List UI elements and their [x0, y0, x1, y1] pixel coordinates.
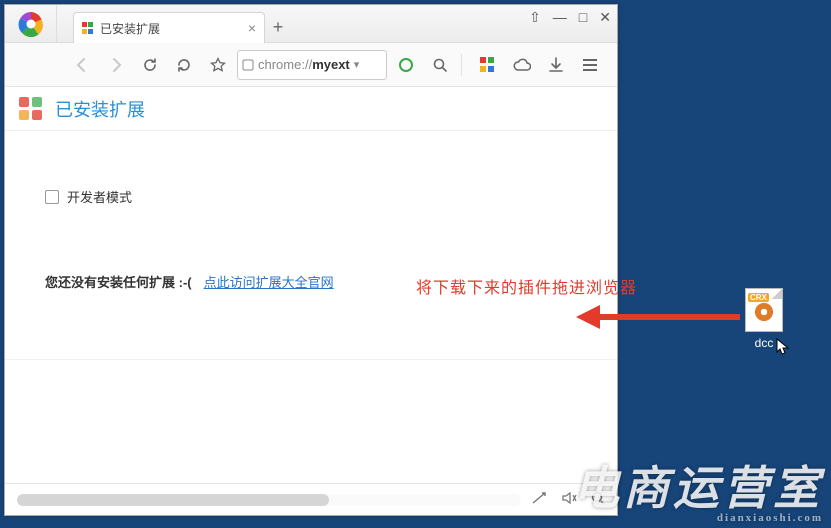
crx-badge: CRX	[748, 293, 769, 302]
maximize-icon[interactable]: □	[579, 9, 587, 26]
extensions-store-link[interactable]: 点此访问扩展大全官网	[204, 272, 334, 291]
scrollbar-thumb[interactable]	[17, 494, 329, 506]
watermark: 电商运营室 dianxiaoshi.com	[573, 452, 823, 524]
undo-button[interactable]	[169, 50, 199, 80]
desktop-file[interactable]: CRX dcc	[740, 288, 788, 350]
statusbar	[5, 483, 617, 515]
forward-button[interactable]	[101, 50, 131, 80]
address-scheme: chrome://myext	[258, 57, 350, 72]
address-bar[interactable]: chrome://myext ▾	[237, 50, 387, 80]
search-icon[interactable]	[425, 50, 455, 80]
cloud-icon[interactable]	[507, 50, 537, 80]
menu-icon[interactable]	[575, 50, 605, 80]
toolbar: chrome://myext ▾	[5, 43, 617, 87]
developer-mode-row: 开发者模式	[45, 187, 587, 206]
tab-title: 已安装扩展	[100, 20, 160, 37]
window-controls: ⇧ — □ ✕	[529, 9, 611, 26]
address-dropdown-icon[interactable]: ▾	[354, 58, 360, 71]
omnibox-action-icon[interactable]	[391, 50, 421, 80]
minimize-icon[interactable]: —	[553, 9, 567, 26]
page-header: 已安装扩展	[5, 87, 617, 131]
page-title: 已安装扩展	[55, 96, 145, 122]
new-tab-button[interactable]: +	[265, 12, 291, 42]
gear-icon	[755, 303, 773, 321]
no-extensions-text: 您还没有安装任何扩展 :-(	[45, 272, 192, 291]
apps-icon[interactable]	[473, 50, 503, 80]
tab-favicon-icon	[82, 22, 94, 34]
section-divider	[5, 359, 617, 360]
favorite-button[interactable]	[203, 50, 233, 80]
extensions-content: 开发者模式 您还没有安装任何扩展 :-( 点此访问扩展大全官网	[5, 131, 617, 483]
capture-icon[interactable]	[531, 491, 547, 508]
reload-button[interactable]	[135, 50, 165, 80]
horizontal-scrollbar[interactable]	[17, 494, 521, 506]
site-info-icon	[242, 59, 254, 71]
browser-window: 已安装扩展 × + ⇧ — □ ✕ chrome://myext	[4, 4, 618, 516]
browser-logo	[5, 5, 57, 42]
back-button[interactable]	[67, 50, 97, 80]
crx-file-icon: CRX	[745, 288, 783, 332]
active-tab[interactable]: 已安装扩展 ×	[73, 12, 265, 43]
pin-window-icon[interactable]: ⇧	[529, 9, 541, 26]
developer-mode-label: 开发者模式	[67, 187, 132, 206]
developer-mode-checkbox[interactable]	[45, 190, 59, 204]
close-window-icon[interactable]: ✕	[599, 9, 611, 26]
extensions-header-icon	[19, 97, 43, 121]
tab-close-icon[interactable]: ×	[248, 20, 256, 36]
titlebar: 已安装扩展 × + ⇧ — □ ✕	[5, 5, 617, 43]
annotation-text: 将下载下来的插件拖进浏览器	[416, 274, 637, 298]
file-label: dcc	[740, 336, 788, 350]
download-icon[interactable]	[541, 50, 571, 80]
